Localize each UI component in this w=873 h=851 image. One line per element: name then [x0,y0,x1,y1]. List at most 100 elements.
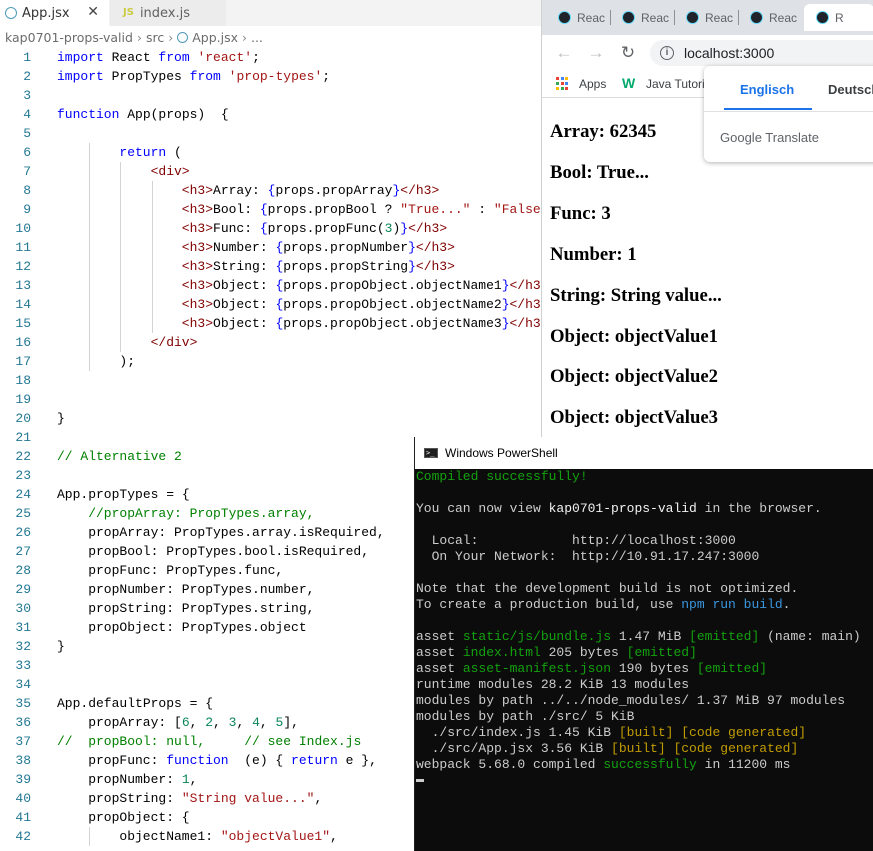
indent-guide [89,219,91,238]
code-text: propObject: PropTypes.object [88,618,306,637]
line-number: 30 [15,601,31,616]
code-token: props.propObject.objectName1 [283,278,502,293]
terminal-text: [emitted] [689,629,760,644]
code-line[interactable]: 18 [0,371,541,390]
code-line[interactable]: 13 <h3>Object: {props.propObject.objectNa… [0,276,541,295]
terminal-line: Note that the development build is not o… [415,581,873,597]
code-line[interactable]: 20} [0,409,541,428]
w3schools-icon: W [622,75,636,91]
code-text: ); [119,352,135,371]
tab-index-js[interactable]: JS index.js [110,0,226,26]
address-bar[interactable]: i localhost:3000 [650,40,873,66]
powershell-title-bar[interactable]: >_ Windows PowerShell [415,437,873,469]
close-icon[interactable]: ✕ [87,4,99,20]
terminal-line: webpack 5.68.0 compiled successfully in … [415,757,873,773]
breadcrumb-file[interactable]: App.jsx [192,30,238,45]
indent-guide [151,276,153,295]
breadcrumb-src[interactable]: src [146,30,164,45]
code-token: React [103,50,159,65]
terminal-text: 190 bytes [611,661,697,676]
browser-tab[interactable]: Reac [610,4,672,31]
code-text: <h3>String: {props.propString}</h3> [182,257,455,276]
code-line[interactable]: 6 return ( [0,143,541,162]
code-line[interactable]: 12 <h3>String: {props.propString}</h3> [0,257,541,276]
breadcrumb-symbol[interactable]: ... [251,30,263,45]
forward-icon[interactable]: → [584,41,608,65]
code-line[interactable]: 14 <h3>Object: {props.propObject.objectNa… [0,295,541,314]
indent-guide [89,200,91,219]
code-token: return [119,145,167,160]
code-text: propArray: [6, 2, 3, 4, 5], [88,713,299,732]
indent-guide [151,257,153,276]
translate-tab-english[interactable]: Englisch [740,82,794,97]
code-line[interactable]: 10 <h3>Func: {props.propFunc(3)}</h3> [0,219,541,238]
code-line[interactable]: 7 <div> [0,162,541,181]
back-icon[interactable]: ← [552,41,576,65]
terminal-text: runtime modules 28.2 KiB 13 modules [416,677,690,692]
apps-grid-icon[interactable] [556,77,569,90]
code-line[interactable]: 19 [0,390,541,409]
code-line[interactable]: 5 [0,124,541,143]
powershell-window[interactable]: >_ Windows PowerShell Compiled successfu… [414,437,873,851]
tab-app-jsx[interactable]: App.jsx ✕ [0,0,109,26]
code-token: </h3> [509,316,542,331]
code-text: // propBool: null, // see Index.js [57,732,361,751]
page-heading: Object: objectValue2 [550,366,718,388]
terminal-text: You can now view [416,501,549,516]
code-line[interactable]: 3 [0,86,541,105]
window-title: Windows PowerShell [445,446,558,460]
code-text: propObject: { [88,808,189,827]
code-token: Object: [213,278,276,293]
terminal-text: asset-manifest.json [462,661,612,676]
browser-tab-active[interactable]: R [804,4,873,31]
browser-tab[interactable]: Reac [674,4,736,31]
line-number: 7 [23,164,31,179]
line-number: 18 [15,373,31,388]
indent-guide [120,181,122,200]
code-line[interactable]: 4 function App(props) { [0,105,541,124]
code-token: } [400,221,409,236]
bookmark-java-tutorial[interactable]: Java Tutori [646,77,705,91]
terminal-line: Compiled successfully! [415,469,873,485]
react-icon [622,11,635,24]
code-text: </div> [151,333,198,352]
code-line[interactable]: 11 <h3>Number: {props.propNumber}</h3> [0,238,541,257]
terminal-output[interactable]: Compiled successfully! You can now view k… [415,469,873,789]
reload-icon[interactable]: ↻ [616,41,640,65]
info-icon[interactable]: i [660,46,674,60]
code-token: 1 [181,772,190,787]
code-token: , [330,829,338,844]
terminal-line: asset asset-manifest.json 190 bytes [emi… [415,661,873,677]
code-text: objectName1: "objectValue1", [119,827,337,846]
indent-guide [120,295,122,314]
code-line[interactable]: 15 <h3>Object: {props.propObject.objectNa… [0,314,541,333]
breadcrumb-folder[interactable]: kap0701-props-valid [5,30,133,45]
line-number: 20 [15,411,31,426]
browser-tab[interactable]: Reac [546,4,608,31]
line-number: 27 [15,544,31,559]
code-line[interactable]: 16 </div> [0,333,541,352]
code-token: <h3> [181,297,214,312]
code-token: } [501,297,510,312]
code-line[interactable]: 2 import PropTypes from 'prop-types'; [0,67,541,86]
bookmark-apps[interactable]: Apps [579,77,606,91]
code-token: from [189,69,221,84]
code-text: <h3>Func: {props.propFunc(3)}</h3> [182,219,447,238]
browser-tab[interactable]: Reac [738,4,800,31]
line-number: 38 [15,753,31,768]
code-line[interactable]: 9 <h3>Bool: {props.propBool ? "True..." :… [0,200,541,219]
indent-guide [120,333,122,352]
line-number: 16 [15,335,31,350]
code-line[interactable]: 17); [0,352,541,371]
browser-tab-label: Reac [577,10,606,25]
code-line[interactable]: 8 <h3>Array: {props.propArray}</h3> [0,181,541,200]
translate-tab-german[interactable]: Deutsch [828,82,873,97]
code-line[interactable]: 1 import React from 'react'; [0,48,541,67]
indent-guide [89,295,91,314]
terminal-text: (name: main) [759,629,861,644]
code-token: propArray: [ [88,715,182,730]
code-token: 'prop-types' [228,69,323,84]
code-token: App.propTypes = { [57,487,190,502]
